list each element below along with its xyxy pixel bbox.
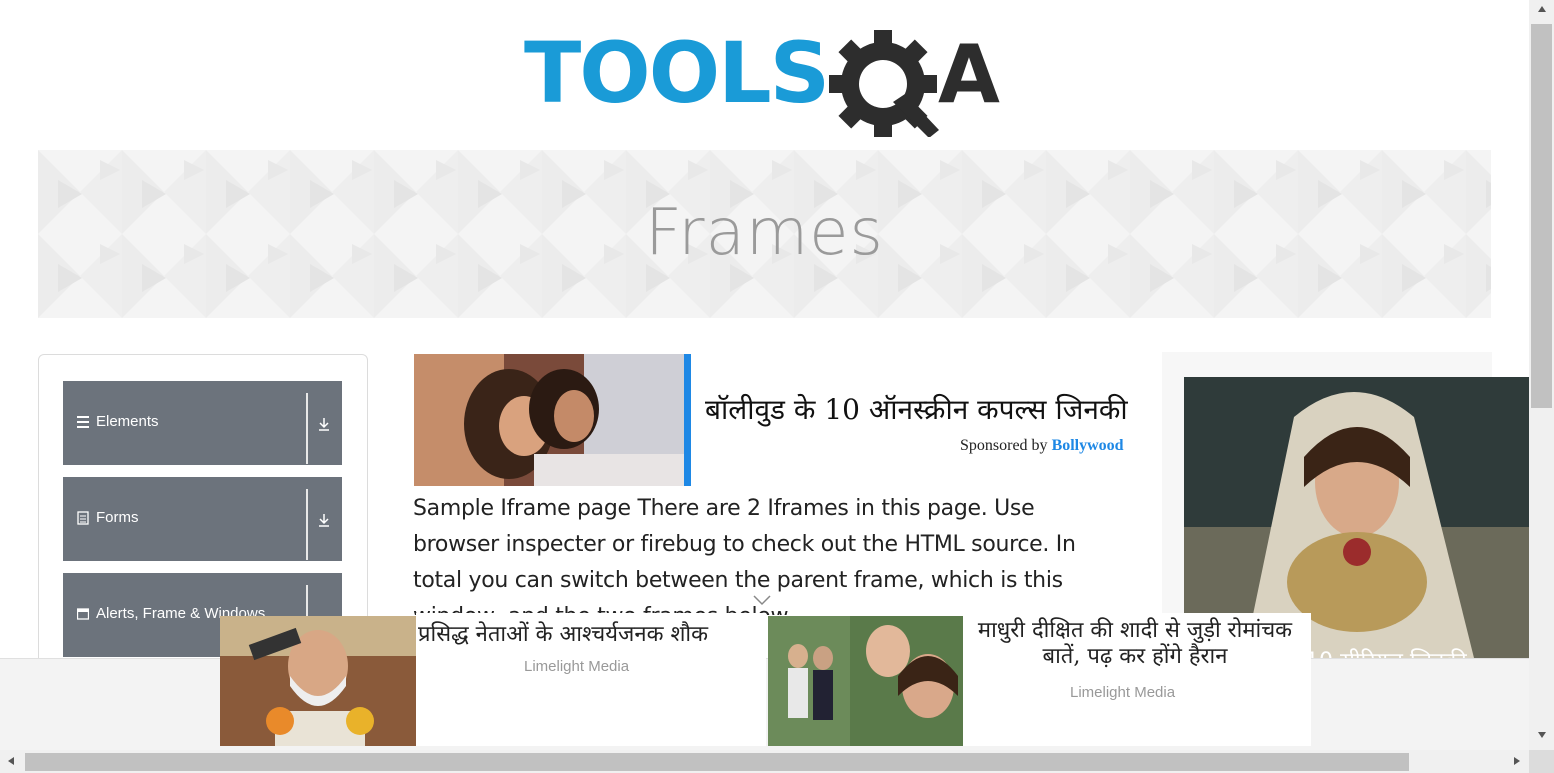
ad-image-couple[interactable] [414, 354, 684, 486]
gear-icon [829, 30, 939, 138]
sidebar-group-elements[interactable]: Elements [63, 381, 342, 465]
logo-text-tools: TOOLS [524, 24, 828, 122]
ad-headline[interactable]: बॉलीवुड के 10 ऑनस्क्रीन कपल्स जिनकी [705, 390, 1160, 428]
bottom-ad-headline-2[interactable]: माधुरी दीक्षित की शादी से जुड़ी रोमांचक … [970, 618, 1300, 670]
bottom-ad-image-2[interactable] [768, 616, 963, 746]
sidebar-group-label: Forms [96, 509, 139, 526]
vertical-scrollbar-thumb[interactable] [1531, 24, 1552, 408]
bottom-ad-headline-1[interactable]: प्रसिद्ध नेताओं के आश्चर्यजनक शौक [418, 618, 708, 648]
scroll-right-arrow-icon[interactable] [1512, 755, 1522, 767]
horizontal-scrollbar-thumb[interactable] [25, 753, 1409, 771]
sponsored-prefix: Sponsored by [960, 437, 1048, 454]
download-arrow-icon[interactable] [317, 512, 331, 528]
divider [306, 489, 308, 560]
sidebar-group-label: Elements [96, 413, 159, 430]
window-icon [77, 608, 89, 620]
page-title: Frames [645, 196, 884, 270]
hamburger-icon [77, 416, 89, 428]
chevron-down-icon[interactable] [752, 594, 772, 606]
page-banner: Frames [38, 150, 1491, 318]
download-arrow-icon[interactable] [317, 416, 331, 432]
ad-sponsor-line: Sponsored by Bollywood [960, 437, 1124, 455]
sidebar-group-forms[interactable]: Forms [63, 477, 342, 561]
document-icon [77, 511, 89, 525]
sponsor-link[interactable]: Bollywood [1052, 437, 1124, 454]
toolsqa-logo[interactable]: TOOLS A [520, 22, 1015, 138]
ad-accent-bar [684, 354, 691, 486]
bottom-ad-image-1[interactable] [220, 616, 416, 746]
scroll-up-arrow-icon[interactable] [1536, 4, 1548, 14]
logo-text-a: A [938, 28, 1000, 121]
scroll-down-arrow-icon[interactable] [1536, 730, 1548, 740]
scrollbar-corner [1529, 750, 1554, 773]
scroll-left-arrow-icon[interactable] [6, 755, 16, 767]
bottom-ad-source-2: Limelight Media [1070, 684, 1176, 701]
bottom-ad-source-1: Limelight Media [524, 658, 630, 675]
divider [306, 393, 308, 464]
